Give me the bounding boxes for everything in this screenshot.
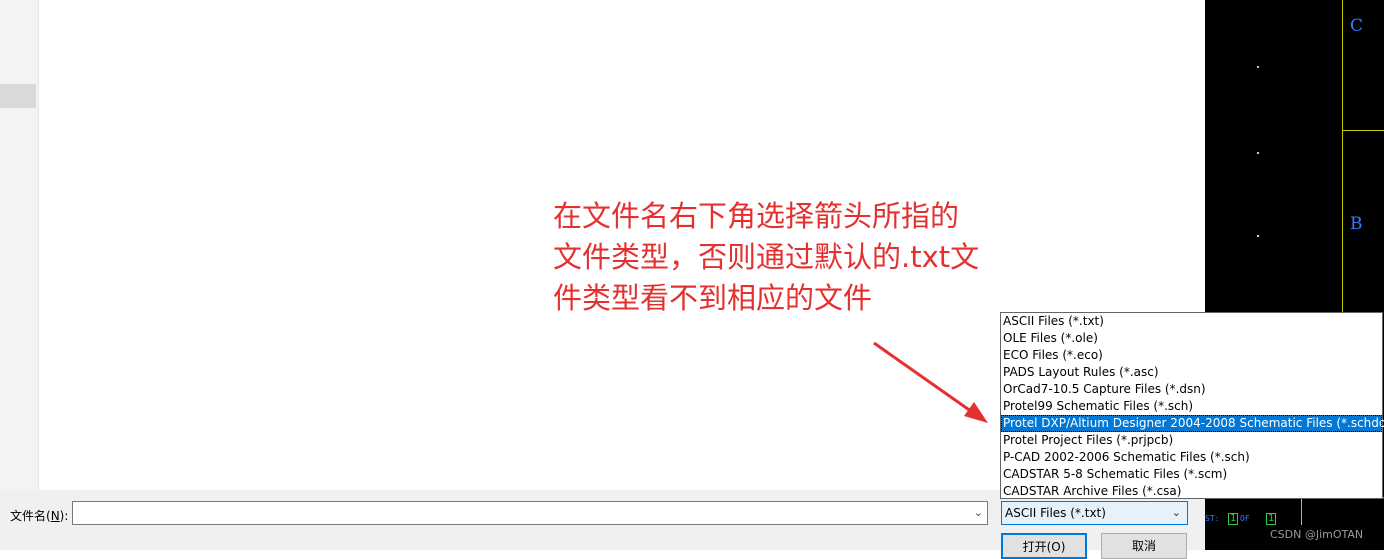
file-type-option[interactable]: OrCad7-10.5 Capture Files (*.dsn) bbox=[1001, 381, 1382, 398]
annotation-line-2: 文件类型，否则通过默认的.txt文 bbox=[553, 240, 980, 274]
file-type-option[interactable]: OLE Files (*.ole) bbox=[1001, 330, 1382, 347]
file-type-option[interactable]: ASCII Files (*.txt) bbox=[1001, 313, 1382, 330]
file-type-dropdown-list[interactable]: ASCII Files (*.txt) OLE Files (*.ole) EC… bbox=[1000, 312, 1384, 500]
watermark: CSDN @JimOTAN bbox=[1270, 528, 1364, 541]
file-type-option[interactable]: PADS Layout Rules (*.asc) bbox=[1001, 364, 1382, 381]
cad-grid-dot bbox=[1257, 66, 1259, 68]
chevron-down-icon[interactable]: ⌄ bbox=[1172, 502, 1181, 524]
file-name-label: 文件名(N): bbox=[10, 509, 69, 523]
annotation-line-1: 在文件名右下角选择箭头所指的 bbox=[553, 199, 960, 233]
file-type-option[interactable]: CADSTAR 5-8 Schematic Files (*.scm) bbox=[1001, 466, 1382, 483]
cad-zone-divider bbox=[1342, 130, 1384, 131]
navigation-selected-item[interactable] bbox=[0, 84, 36, 108]
file-type-select[interactable]: ASCII Files (*.txt) ⌄ bbox=[1001, 501, 1188, 525]
file-type-option[interactable]: CADSTAR Archive Files (*.csa) bbox=[1001, 483, 1382, 500]
file-type-option[interactable]: ECO Files (*.eco) bbox=[1001, 347, 1382, 364]
cad-sheet-label: ST: bbox=[1205, 514, 1220, 523]
cad-grid-dot bbox=[1257, 152, 1259, 154]
cad-sheet-total: 1 bbox=[1266, 513, 1277, 525]
file-type-option[interactable]: Protel99 Schematic Files (*.sch) bbox=[1001, 398, 1382, 415]
cad-zone-letter-c: C bbox=[1350, 16, 1364, 36]
chevron-down-icon[interactable]: ⌄ bbox=[974, 506, 983, 519]
cad-grid-dot bbox=[1257, 235, 1259, 237]
file-type-option[interactable]: Protel Project Files (*.prjpcb) bbox=[1001, 432, 1382, 449]
file-name-input[interactable]: ⌄ bbox=[72, 501, 988, 525]
annotation-text: 在文件名右下角选择箭头所指的 文件类型，否则通过默认的.txt文 件类型看不到相… bbox=[553, 196, 1033, 319]
open-button[interactable]: 打开(O) bbox=[1001, 533, 1087, 559]
file-type-selected-value: ASCII Files (*.txt) bbox=[1005, 506, 1106, 520]
annotation-line-3: 件类型看不到相应的文件 bbox=[553, 281, 873, 315]
file-type-option[interactable]: P-CAD 2002-2006 Schematic Files (*.sch) bbox=[1001, 449, 1382, 466]
file-type-option-highlighted[interactable]: Protel DXP/Altium Designer 2004-2008 Sch… bbox=[1001, 415, 1384, 432]
navigation-pane bbox=[0, 0, 39, 490]
cad-of-label: OF bbox=[1240, 514, 1250, 523]
cad-zone-letter-b: B bbox=[1350, 214, 1363, 234]
cad-sheet-number: 1 bbox=[1228, 513, 1239, 525]
annotation-arrow-icon bbox=[873, 341, 988, 423]
cancel-button[interactable]: 取消 bbox=[1101, 533, 1187, 559]
